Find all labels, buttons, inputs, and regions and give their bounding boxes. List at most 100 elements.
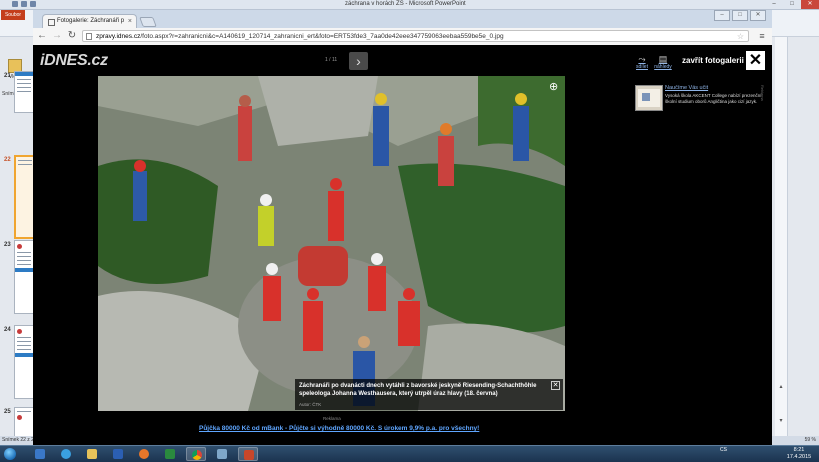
media-player-icon <box>35 449 45 459</box>
favicon-icon <box>48 19 55 26</box>
reload-icon[interactable]: ↻ <box>66 30 78 42</box>
share-icon: ⤳ <box>638 54 646 64</box>
share-button[interactable]: ⤳ sdílet <box>632 54 652 70</box>
slide-number: 23 <box>4 242 11 248</box>
quick-access-toolbar[interactable] <box>12 1 52 8</box>
taskbar-explorer[interactable] <box>82 447 102 461</box>
photos-icon <box>217 449 227 459</box>
chrome-window: Fotogalerie: Záchranáři p × – □ ✕ ← → ↻ … <box>33 10 772 445</box>
scroll-down-icon[interactable]: ▾ <box>775 417 787 425</box>
internet-explorer-icon <box>61 449 71 459</box>
next-photo-button[interactable]: › <box>349 52 368 70</box>
site-logo[interactable]: iDNES.cz <box>40 52 108 70</box>
forward-arrow-icon[interactable]: → <box>51 30 63 42</box>
taskbar-excel[interactable] <box>160 447 180 461</box>
file-tab[interactable]: Soubor <box>1 10 25 20</box>
start-button[interactable] <box>1 446 19 462</box>
powerpoint-title-bar: záchrana v horách ZS - Microsoft PowerPo… <box>0 0 819 10</box>
zoom-level[interactable]: 59 % <box>772 436 819 445</box>
slides-panel: Vložit Snímky 21 22 23 24 25 <box>0 37 36 445</box>
navigation-bar: ← → ↻ zpravy.idnes.cz/foto.aspx?r=zahran… <box>33 28 772 46</box>
tab-title: Fotogalerie: Záchranáři p <box>57 18 125 24</box>
photo-caption: Záchranáři po dvanácti dnech vytáhli z b… <box>295 379 563 410</box>
windows-logo-icon <box>4 448 16 460</box>
firefox-icon <box>139 449 149 459</box>
thumbnails-button[interactable]: ▤ náhledy <box>653 54 673 70</box>
menu-icon[interactable]: ≡ <box>757 31 767 41</box>
thumbnails-label: náhledy <box>654 64 672 70</box>
gallery-photo[interactable] <box>98 76 565 411</box>
taskbar-chrome[interactable] <box>186 447 206 461</box>
minimize-icon[interactable]: – <box>765 0 783 9</box>
redo-icon[interactable] <box>30 1 36 7</box>
url-host: zpravy.idnes.cz <box>96 33 141 40</box>
system-clock[interactable]: 8:21 17.4.2015 <box>784 447 814 460</box>
zoom-value: 59 % <box>804 437 816 443</box>
taskbar-word[interactable] <box>108 447 128 461</box>
maximize-icon[interactable]: □ <box>783 0 801 9</box>
ad-link[interactable]: Půjčka 80000 Kč od mBank - Půjčte si výh… <box>199 425 479 432</box>
taskbar-photos[interactable] <box>212 447 232 461</box>
folder-icon <box>87 449 97 459</box>
scroll-up-icon[interactable]: ▴ <box>775 383 787 391</box>
undo-icon[interactable] <box>21 1 27 7</box>
thumbnails-icon: ▤ <box>658 54 668 64</box>
url-text: zpravy.idnes.cz/foto.aspx?r=zahranicni&c… <box>96 31 504 42</box>
chrome-window-controls: – □ ✕ <box>714 10 766 21</box>
slide-number: 25 <box>4 409 11 415</box>
excel-icon <box>165 449 175 459</box>
side-ad-text: Vysoká škola AKCENT College nabízí preze… <box>665 93 762 104</box>
slide-thumbnail[interactable] <box>14 407 34 439</box>
rescue-scene-image <box>98 76 565 411</box>
slide-thumbnail[interactable] <box>14 71 34 113</box>
slide-thumbnail[interactable] <box>14 240 34 314</box>
chrome-icon <box>192 450 202 460</box>
clock-date: 17.4.2015 <box>786 453 812 460</box>
page-icon <box>86 33 92 40</box>
powerpoint-icon <box>244 450 254 460</box>
zoom-icon[interactable]: ⊕ <box>549 80 558 93</box>
caption-close-button[interactable]: ✕ <box>551 381 560 390</box>
minimize-icon[interactable]: – <box>714 10 730 21</box>
ad-thumbnail-icon <box>638 89 660 107</box>
taskbar-firefox[interactable] <box>134 447 154 461</box>
close-icon: ✕ <box>748 52 763 69</box>
share-label: sdílet <box>636 64 648 70</box>
slide-thumbnail[interactable] <box>14 325 34 399</box>
bookmark-star-icon[interactable]: ☆ <box>737 31 744 42</box>
url-path: /foto.aspx?r=zahranicni&c=A140619_120714… <box>140 33 504 40</box>
browser-tab[interactable]: Fotogalerie: Záchranáři p × <box>42 14 137 28</box>
word-icon <box>113 449 123 459</box>
tab-strip: Fotogalerie: Záchranáři p × – □ ✕ <box>33 10 772 28</box>
close-icon[interactable]: ✕ <box>750 10 766 21</box>
caption-author: Autor: ČTK <box>299 402 322 407</box>
caption-text: Záchranáři po dvanácti dnech vytáhli z b… <box>299 383 537 397</box>
save-icon[interactable] <box>12 1 18 7</box>
powerpoint-status: Snímek 22 z 25 <box>0 436 35 445</box>
close-icon: ✕ <box>552 382 559 389</box>
slide-number: 21 <box>4 73 11 79</box>
powerpoint-window-title: záchrana v horách ZS - Microsoft PowerPo… <box>345 1 466 7</box>
side-ad-label: Reklama <box>760 85 765 101</box>
slide-canvas-edge: ▴ ▾ <box>772 37 819 445</box>
slide-number-selected: 22 <box>4 157 11 163</box>
language-indicator[interactable]: CS <box>720 447 727 453</box>
powerpoint-window-controls: – □ ✕ <box>765 0 819 9</box>
windows-taskbar: CS 8:21 17.4.2015 <box>0 445 819 462</box>
taskbar-media-player[interactable] <box>30 447 50 461</box>
ad-label: Reklama <box>323 416 341 421</box>
tab-close-icon[interactable]: × <box>128 15 132 28</box>
address-bar[interactable]: zpravy.idnes.cz/foto.aspx?r=zahranicni&c… <box>82 30 749 42</box>
photo-counter: 1 / 11 <box>325 57 338 63</box>
taskbar-powerpoint[interactable] <box>238 447 258 461</box>
side-ad-title[interactable]: Naučíme Vás učit <box>665 85 708 91</box>
slide-number: 24 <box>4 327 11 333</box>
close-gallery-label[interactable]: zavřít fotogalerii <box>682 56 744 65</box>
new-tab-button[interactable] <box>139 17 157 27</box>
back-arrow-icon[interactable]: ← <box>36 30 48 42</box>
side-ad-image[interactable] <box>635 85 663 111</box>
close-icon[interactable]: ✕ <box>801 0 819 9</box>
maximize-icon[interactable]: □ <box>732 10 748 21</box>
taskbar-internet-explorer[interactable] <box>56 447 76 461</box>
close-gallery-button[interactable]: ✕ <box>746 51 765 70</box>
